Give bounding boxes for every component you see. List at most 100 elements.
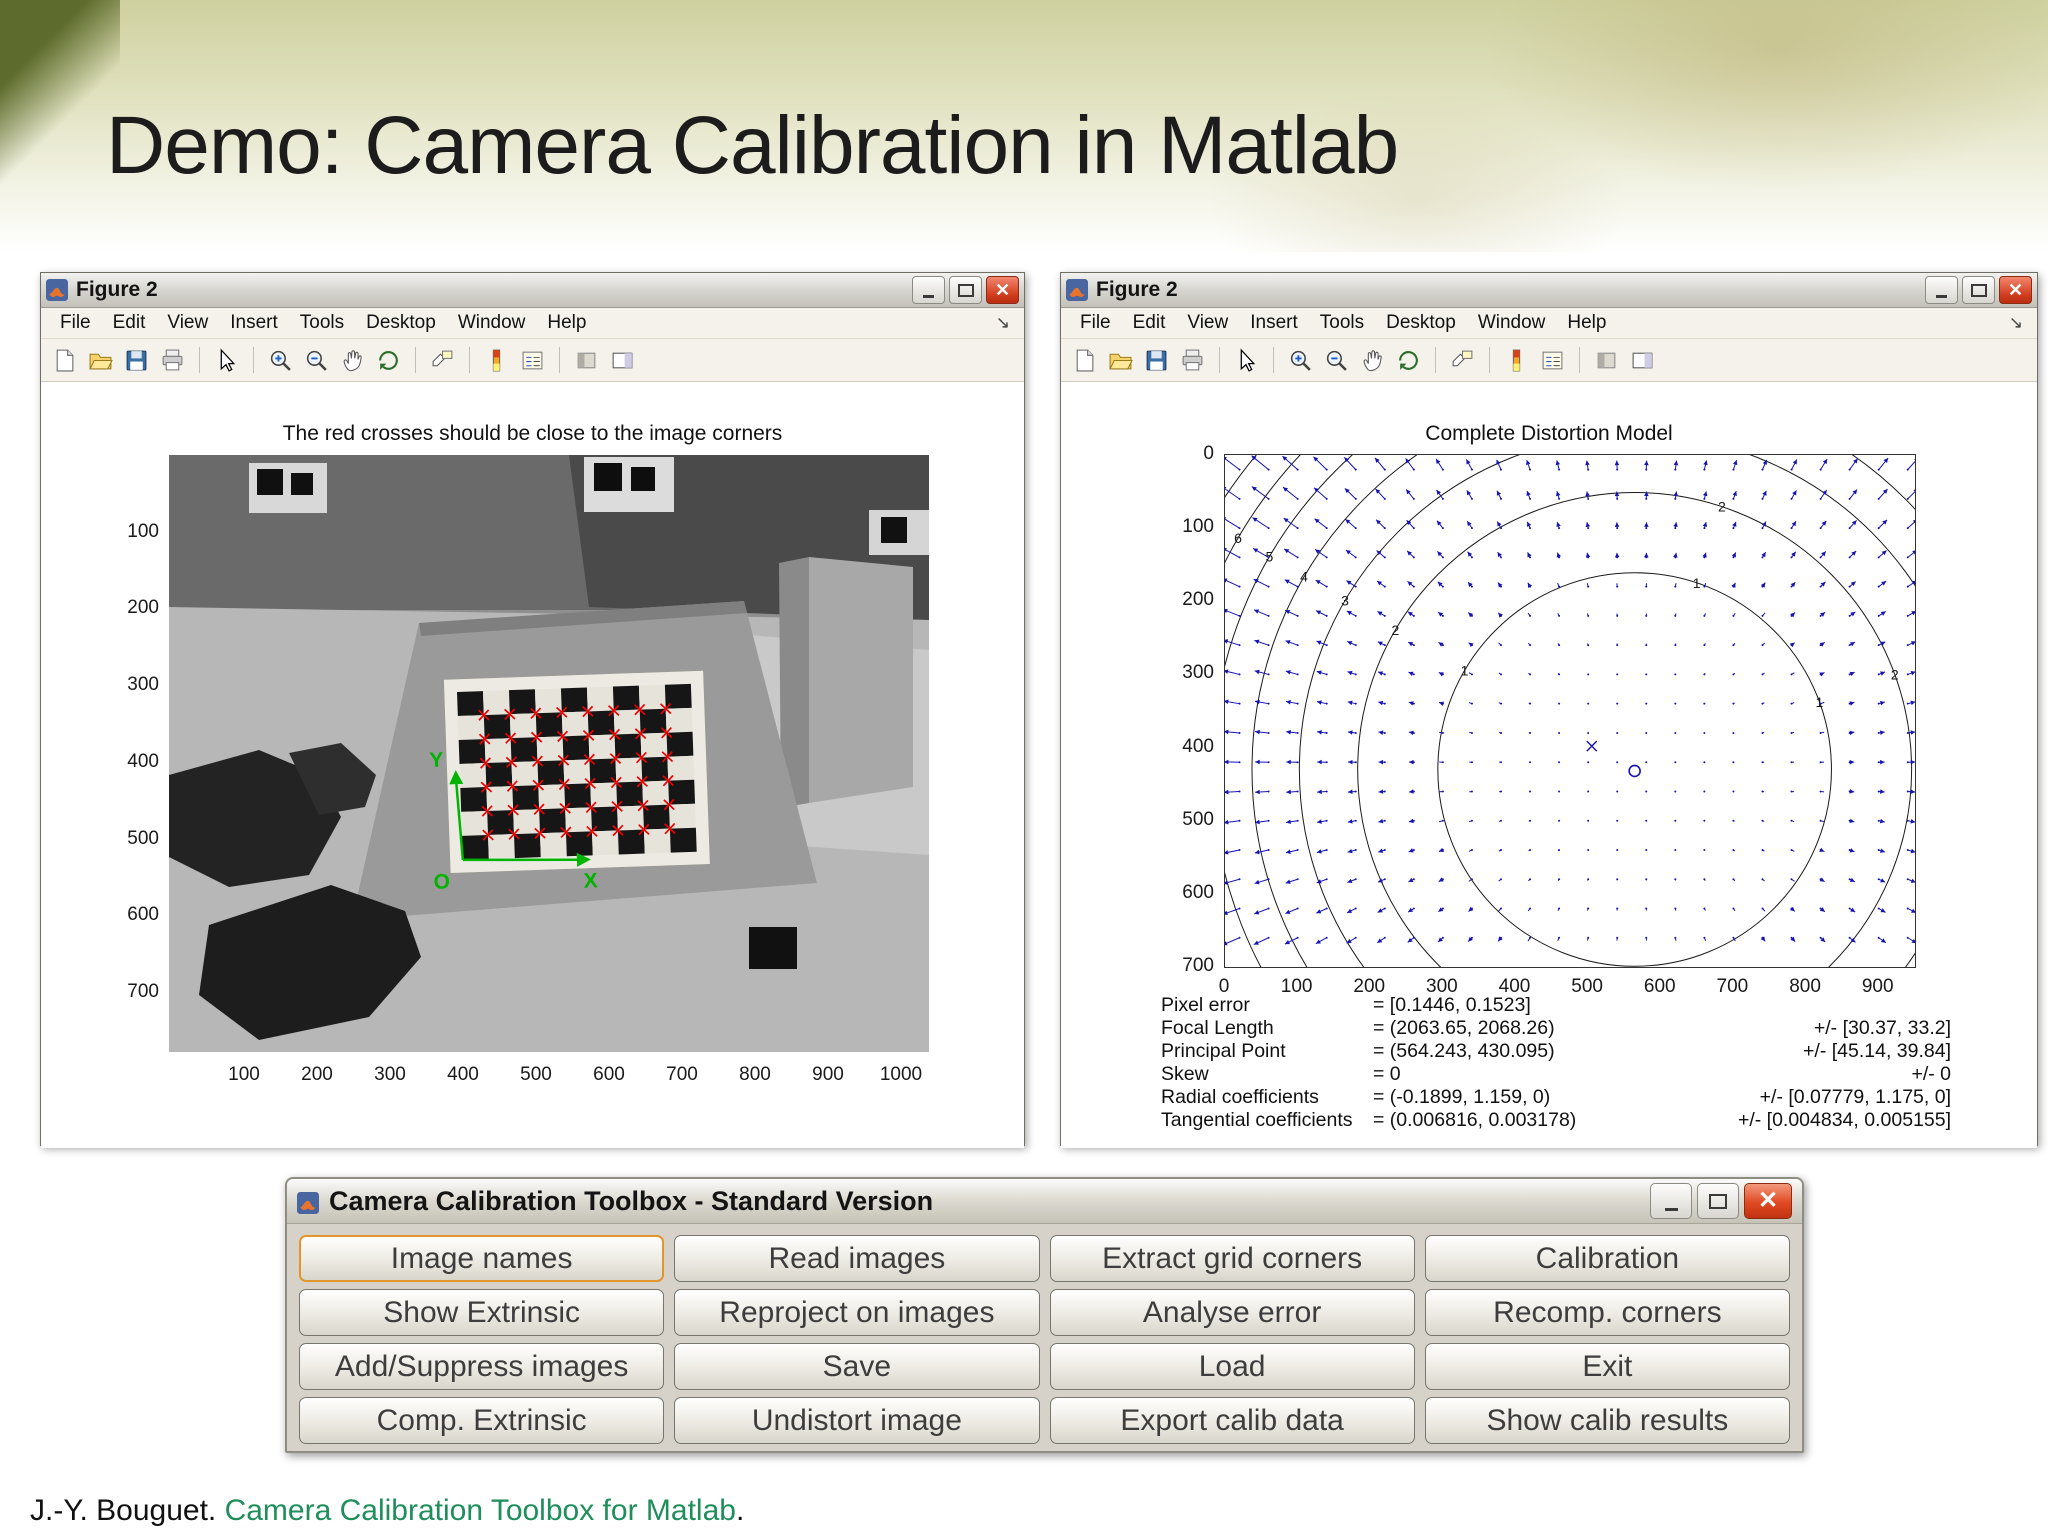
menu-tools[interactable]: Tools [289,310,355,336]
toolbox-button-show-extrinsic[interactable]: Show Extrinsic [299,1289,665,1336]
y-axis-tick-label: 400 [127,750,159,772]
menu-insert[interactable]: Insert [219,310,289,336]
save-figure-icon[interactable] [120,344,153,377]
toolbox-button-comp-extrinsic[interactable]: Comp. Extrinsic [299,1397,665,1444]
stat-pm-2: +/- [45.14, 39.84] [1803,1040,1951,1062]
titlebar[interactable]: Figure 2 ✕ [41,273,1024,308]
open-file-icon[interactable] [84,344,117,377]
toolbox-button-add-suppress-images[interactable]: Add/Suppress images [299,1343,665,1390]
insert-colorbar-icon[interactable] [480,344,513,377]
toolbox-button-undistort-image[interactable]: Undistort image [674,1397,1040,1444]
zoom-in-icon[interactable] [264,344,297,377]
zoom-out-icon[interactable] [300,344,333,377]
dock-arrow-icon[interactable]: ↘ [2009,313,2029,333]
plot-browser-icon[interactable] [1626,344,1659,377]
menubar: File Edit View Insert Tools Desktop Window Help… [1061,308,2037,339]
open-file-icon[interactable] [1104,344,1137,377]
toolbox-button-calibration[interactable]: Calibration [1424,1235,1790,1282]
contour-label: 1 [1816,694,1824,710]
minimize-button[interactable] [1925,276,1958,304]
citation: J.-Y. Bouguet. Camera Calibration Toolbo… [30,1494,744,1528]
maximize-button[interactable] [949,276,982,304]
x-axis-tick-label: 900 [1861,976,1894,997]
menu-desktop[interactable]: Desktop [355,310,447,336]
menu-help[interactable]: Help [1556,310,1617,336]
pan-icon[interactable] [336,344,369,377]
insert-colorbar-icon[interactable] [1500,344,1533,377]
new-figure-icon[interactable] [48,344,81,377]
stat-row: Radial coefficients = (-0.1899, 1.159, 0)… [1161,1086,1951,1109]
toolbox-button-read-images[interactable]: Read images [674,1235,1040,1282]
edit-plot-icon[interactable] [1230,344,1263,377]
menu-edit[interactable]: Edit [102,310,157,336]
plot-browser-icon[interactable] [606,344,639,377]
calibration-stats: Pixel error = [0.1446, 0.1523] Focal Lengt… [1161,994,1951,1132]
contour-label: 2 [1891,667,1899,683]
menubar: File Edit View Insert Tools Desktop Window Help… [41,308,1024,339]
data-cursor-icon[interactable] [1446,344,1479,377]
menu-edit[interactable]: Edit [1122,310,1177,336]
dock-arrow-icon[interactable]: ↘ [996,313,1016,333]
menu-file[interactable]: File [49,310,102,336]
matlab-toolbox-icon [297,1190,319,1214]
contour-line [1225,455,1258,499]
data-cursor-icon[interactable] [426,344,459,377]
close-button[interactable]: ✕ [1744,1183,1792,1219]
maximize-button[interactable] [1697,1183,1739,1219]
toolbox-button-reproject-on-images[interactable]: Reproject on images [674,1289,1040,1336]
minimize-button[interactable] [912,276,945,304]
figure-palette-icon[interactable] [1590,344,1623,377]
zoom-out-icon[interactable] [1320,344,1353,377]
close-button[interactable]: ✕ [1999,276,2032,304]
new-figure-icon[interactable] [1068,344,1101,377]
maximize-button[interactable] [1962,276,1995,304]
minimize-button[interactable] [1650,1183,1692,1219]
menu-view[interactable]: View [1176,310,1239,336]
x-axis-tick-label: 100 [1280,976,1313,997]
menu-desktop[interactable]: Desktop [1375,310,1467,336]
rotate-3d-icon[interactable] [372,344,405,377]
footer-link[interactable]: Camera Calibration Toolbox for Matlab [225,1494,736,1527]
titlebar[interactable]: Camera Calibration Toolbox - Standard Ve… [287,1179,1802,1224]
toolbox-button-grid: Image names Read images Extract grid corne… [287,1224,1802,1455]
zoom-in-icon[interactable] [1284,344,1317,377]
x-axis-tick-label: 700 [1716,976,1749,997]
toolbox-button-save[interactable]: Save [674,1343,1040,1390]
toolbox-button-export-calib-data[interactable]: Export calib data [1049,1397,1415,1444]
insert-legend-icon[interactable] [1536,344,1569,377]
menu-file[interactable]: File [1069,310,1122,336]
toolbox-button-analyse-error[interactable]: Analyse error [1049,1289,1415,1336]
toolbox-button-show-calib-results[interactable]: Show calib results [1424,1397,1790,1444]
stat-value-2: = (564.243, 430.095) [1373,1040,1555,1062]
insert-legend-icon[interactable] [516,344,549,377]
menu-tools[interactable]: Tools [1309,310,1375,336]
menu-view[interactable]: View [156,310,219,336]
contour-line [1251,455,1915,967]
pan-icon[interactable] [1356,344,1389,377]
close-button[interactable]: ✕ [986,276,1019,304]
edit-plot-icon[interactable] [210,344,243,377]
save-figure-icon[interactable] [1140,344,1173,377]
toolbox-button-image-names[interactable]: Image names [299,1235,665,1282]
print-figure-icon[interactable] [1176,344,1209,377]
menu-help[interactable]: Help [536,310,597,336]
menu-window[interactable]: Window [1467,310,1557,336]
toolbox-button-exit[interactable]: Exit [1424,1343,1790,1390]
contour-label: 4 [1300,569,1308,585]
principal-point-cross [1586,740,1598,752]
print-figure-icon[interactable] [156,344,189,377]
y-axis-tick-label: 700 [127,981,159,1002]
x-axis-tick-label: 500 [520,1064,552,1085]
rotate-3d-icon[interactable] [1392,344,1425,377]
toolbox-button-recomp-corners[interactable]: Recomp. corners [1424,1289,1790,1336]
stat-value-3: = 0 [1373,1063,1401,1085]
y-axis-tick-label: 300 [127,674,159,696]
toolbox-button-extract-grid-corners[interactable]: Extract grid corners [1049,1235,1415,1282]
titlebar[interactable]: Figure 2 ✕ [1061,273,2037,308]
x-axis-tick-label: 1000 [879,1064,923,1085]
figure-palette-icon[interactable] [570,344,603,377]
y-axis-tick-label: 600 [127,904,159,926]
menu-insert[interactable]: Insert [1239,310,1309,336]
menu-window[interactable]: Window [447,310,537,336]
toolbox-button-load[interactable]: Load [1049,1343,1415,1390]
